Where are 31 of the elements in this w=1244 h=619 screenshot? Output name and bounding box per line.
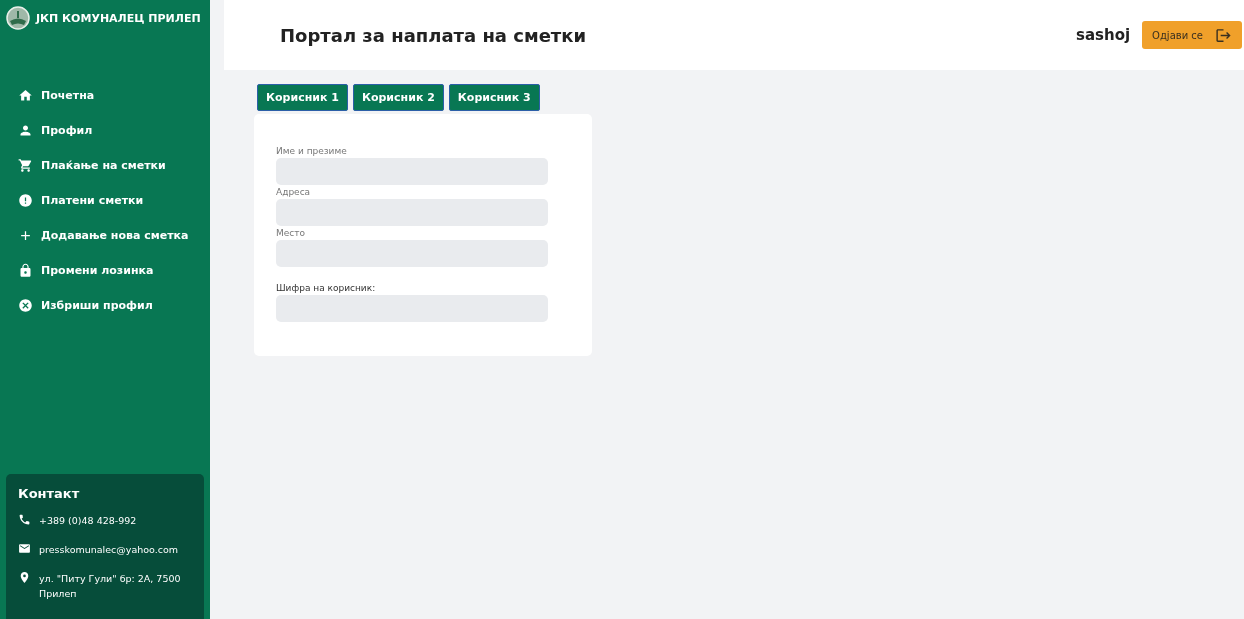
logo-icon bbox=[6, 6, 30, 30]
mail-icon bbox=[18, 542, 31, 555]
nav-item[interactable]: Промени лозинка bbox=[18, 260, 204, 280]
contact-title: Контакт bbox=[18, 486, 81, 501]
location-pin-icon bbox=[18, 571, 31, 584]
cart-icon bbox=[18, 157, 33, 173]
contact-text: +389 (0)48 428-992 bbox=[39, 514, 137, 528]
nav-item[interactable]: Додавање нова сметка bbox=[18, 225, 204, 245]
field-label: Шифра на корисник: bbox=[276, 283, 377, 293]
field-label: Адреса bbox=[276, 187, 312, 197]
contact-text: ул. "Питу Гули" бр: 2А, 7500 Прилеп bbox=[39, 572, 182, 601]
user-tab[interactable]: Корисник 2 bbox=[352, 84, 444, 111]
phone-icon bbox=[18, 513, 31, 526]
nav-item[interactable]: Плаќање на сметки bbox=[18, 155, 204, 175]
field-label: Место bbox=[276, 228, 306, 238]
page-title: Портал за наплата на сметки bbox=[280, 24, 588, 46]
nav-item[interactable]: Почетна bbox=[18, 85, 204, 105]
user-tab[interactable]: Корисник 1 bbox=[257, 84, 348, 111]
nav-item[interactable]: Платени сметки bbox=[18, 190, 204, 210]
home-icon bbox=[18, 87, 33, 103]
field-label: Име и презиме bbox=[276, 146, 348, 156]
lock-icon bbox=[18, 262, 33, 278]
nav-item[interactable]: Профил bbox=[18, 120, 204, 140]
nav-item[interactable]: Избриши профил bbox=[18, 295, 204, 315]
exclamation-icon bbox=[18, 192, 33, 208]
user-tab[interactable]: Корисник 3 bbox=[448, 84, 540, 111]
username: sashoj bbox=[1075, 26, 1131, 44]
brand-name: ЈКП КОМУНАЛЕЦ ПРИЛЕП bbox=[36, 11, 201, 25]
logout-button[interactable]: Одјави се bbox=[1142, 21, 1242, 49]
logout-icon bbox=[1215, 26, 1232, 44]
contact-text: presskomunalec@yahoo.com bbox=[39, 543, 178, 557]
